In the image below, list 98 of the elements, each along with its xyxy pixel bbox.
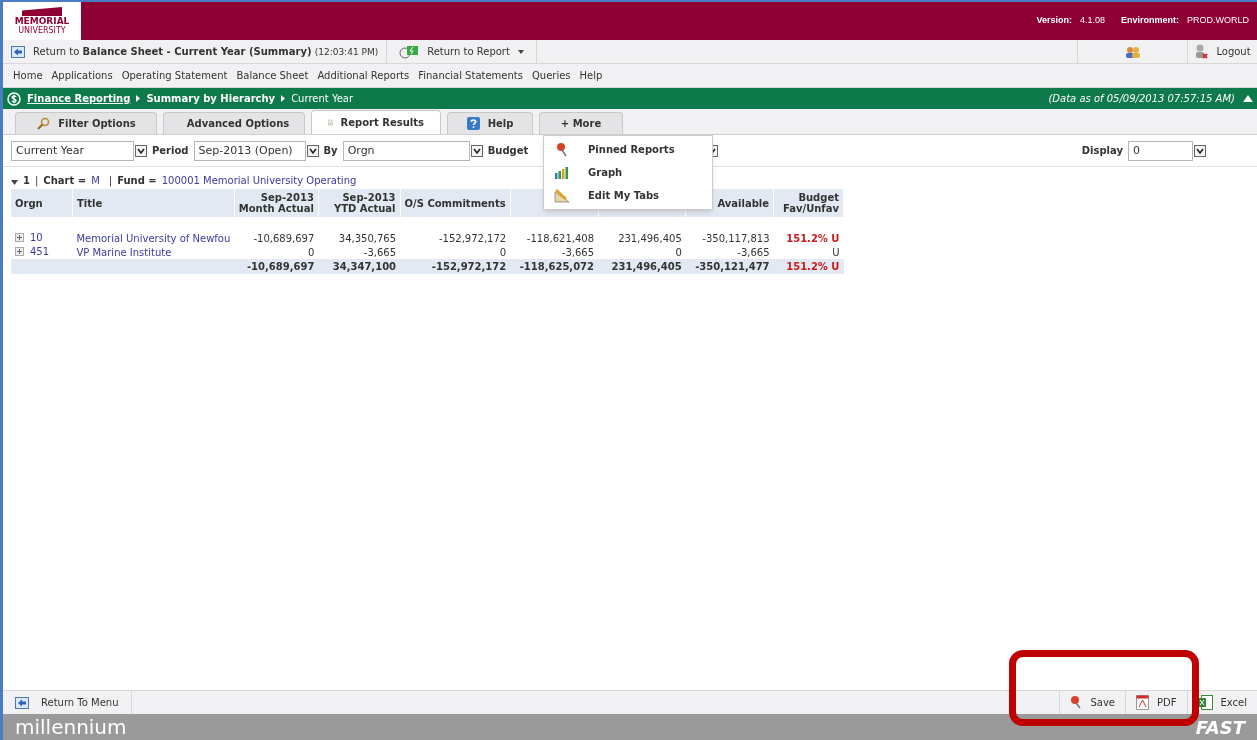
environment-label: Environment: [1120,14,1179,28]
amount-cell: -3,665 [510,245,599,259]
menu-item[interactable]: Operating Statement [121,68,228,83]
total-cell: 34,347,100 [318,259,401,274]
fav-cell-text: 151.2% U [785,231,841,245]
spreadsheet-icon [1197,695,1213,710]
menu-item[interactable]: Applications [51,68,113,83]
bar-chart-icon [554,165,570,180]
return-label: Return to Balance Sheet - Current Year (Summary) (12:03:41 PM) [33,44,379,59]
period-label: Period [152,144,189,158]
breadcrumb-link[interactable]: Finance Reporting [27,91,131,106]
amount-cell-text: -118,621,408 [525,231,596,245]
user-remove-icon [1194,44,1209,59]
title-cell[interactable]: VP Marine Institute [72,245,235,259]
breadcrumb-link[interactable]: Summary by Hierarchy [146,91,276,106]
pencil-ruler-icon [554,188,570,203]
tab[interactable]: Report Results [311,110,441,134]
total-cell: -118,625,072 [510,259,599,274]
total-cell: -152,972,172 [400,259,511,274]
amount-cell-text: 231,496,405 [617,231,683,245]
return-to-summary-button[interactable]: Return to Balance Sheet - Current Year (Summary) (12:03:41 PM) [3,40,388,63]
version-label: Version: [1036,14,1072,28]
column-header: Budget Fav/Unfav [773,189,844,217]
budget-label: Budget [487,144,529,158]
fund-value: 100001 Memorial University Operating [161,174,357,188]
group-level: 1 [23,174,30,188]
collapse-caret-icon[interactable] [11,180,18,185]
menu-item[interactable]: Balance Sheet [236,68,309,83]
caret-icon [517,49,524,54]
total-cell: 231,496,405 [598,259,686,274]
clock-lightning-icon [399,44,420,59]
menu-item[interactable]: Financial Statements [418,68,523,83]
university-logo: MEMORIAL UNIVERSITY [3,2,81,40]
magnifier-icon [36,116,51,131]
logout-button[interactable]: Logout [1187,40,1257,63]
amount-cell: 0 [400,245,511,259]
tab[interactable]: Advanced Options [163,112,305,134]
column-header: Title [72,189,235,217]
back-arrow-icon [15,696,29,709]
brand-logo: FAST [1195,715,1245,740]
tab[interactable]: + More [539,112,623,134]
fav-cell: U [773,245,844,259]
brand-logo: millennium [15,715,127,739]
menu-option[interactable]: Pinned Reports [544,138,712,161]
dollar-circle-icon [7,91,21,106]
return-to-report-button[interactable]: Return to Report [387,40,537,63]
help-icon [466,117,480,130]
users-icon [1124,45,1141,58]
data-timestamp: (Data as of 05/09/2013 07:57:15 AM) [1048,92,1235,106]
separator: | [108,174,113,188]
amount-cell: -3,665 [685,245,774,259]
orgn-link[interactable]: 10 [30,231,43,244]
dropdown-arrow-icon [135,144,147,157]
menu-item[interactable]: Help [579,68,603,83]
menu-item[interactable]: Additional Reports [317,68,410,83]
amount-cell-text: 34,350,765 [337,231,398,245]
dropdown-arrow-icon [470,144,483,157]
version-value: 4.1.08 [1079,14,1105,28]
amount-cell: 0 [234,245,319,259]
chart-label: Chart = [43,174,87,188]
pushpin-icon [556,141,568,158]
chevron-icon [136,95,141,102]
column-header: O/S Commitments [400,189,511,217]
expand-icon[interactable] [15,247,24,256]
total-cell: -10,689,697 [234,259,319,274]
breadcrumb-link[interactable]: Current Year [291,91,354,106]
column-header: Sep-2013 YTD Actual [318,189,401,217]
tab[interactable]: Filter Options [15,112,157,134]
amount-cell: 0 [598,245,686,259]
amount-cell: -3,665 [318,245,401,259]
by-label: By [323,144,338,158]
dropdown-arrow-icon [306,144,319,157]
pushpin-icon [1070,695,1083,710]
title-cell[interactable]: Memorial University of Newfou [72,231,235,245]
menu-item[interactable]: Home [13,68,43,83]
expand-icon[interactable] [15,233,24,242]
amount-cell-text: -10,689,697 [252,231,316,245]
pdf-document-icon [1136,695,1149,710]
amount-cell-text: -350,117,813 [701,231,771,245]
column-header: Sep-2013 Month Actual [234,189,319,217]
column-header: Orgn [11,189,73,217]
chart-value: M [91,174,100,188]
orgn-link[interactable]: 451 [30,245,50,258]
total-cell: -350,121,477 [685,259,774,274]
display-label: Display [1081,144,1123,158]
chevron-icon [281,95,286,102]
amount-cell-text: -152,972,172 [437,231,508,245]
dropdown-arrow-icon [1194,144,1206,157]
document-icon [328,116,333,129]
fav-cell: 151.2% U [773,259,844,274]
separator: | [34,174,39,188]
menu-option[interactable]: Graph [544,161,712,184]
fund-label: Fund = [117,174,157,188]
collapse-arrow-icon[interactable] [1243,95,1253,102]
tab[interactable]: Help [447,112,533,134]
menu-item[interactable]: Queries [531,68,571,83]
environment-value: PROD.WORLD [1187,14,1249,28]
back-arrow-icon [11,45,25,58]
